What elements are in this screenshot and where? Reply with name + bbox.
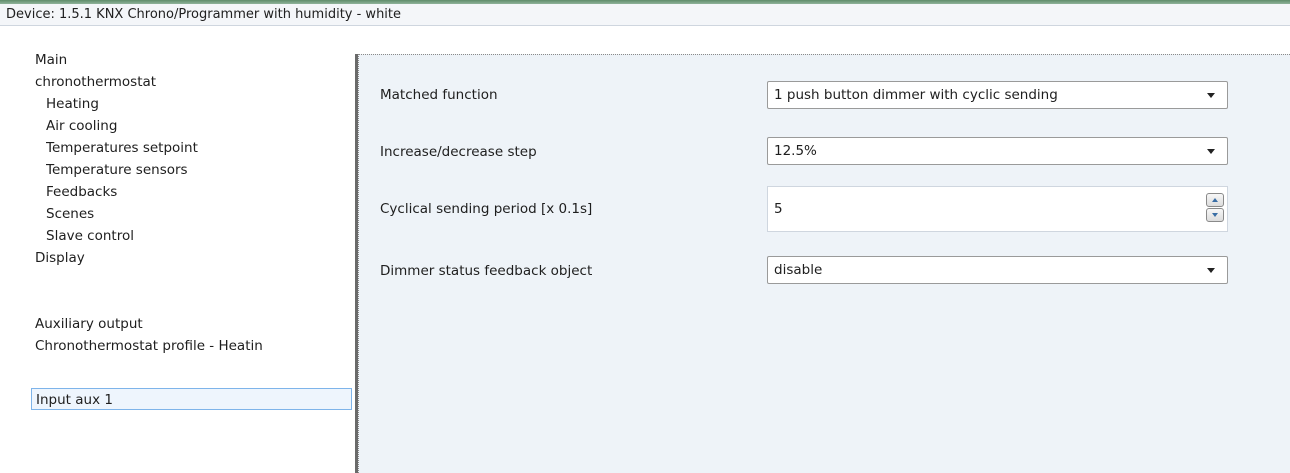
tree-item-main[interactable]: Main [35,49,67,71]
tree-item-display[interactable]: Display [35,247,85,269]
matched-function-value: 1 push button dimmer with cyclic sending [774,87,1058,103]
dimmer-status-feedback-label: Dimmer status feedback object [380,263,593,279]
dimmer-status-feedback-dropdown[interactable]: disable [767,256,1228,284]
arrow-up-icon [1212,198,1218,202]
cyclical-sending-period-input[interactable]: 5 [767,186,1228,232]
increase-decrease-step-value: 12.5% [774,143,817,159]
tree-item-temperatures-setpoint[interactable]: Temperatures setpoint [46,137,198,159]
tree-item-chronothermostat-profile-heating[interactable]: Chronothermostat profile - Heatin [35,335,263,357]
window-title: Device: 1.5.1 KNX Chrono/Programmer with… [0,4,1290,26]
dropdown-arrow-icon [1207,93,1215,98]
dimmer-status-feedback-value: disable [774,262,823,278]
tree-item-feedbacks[interactable]: Feedbacks [46,181,117,203]
spin-down-button[interactable] [1206,208,1224,222]
tree-item-scenes[interactable]: Scenes [46,203,94,225]
matched-function-dropdown[interactable]: 1 push button dimmer with cyclic sending [767,81,1228,109]
tree-item-air-cooling[interactable]: Air cooling [46,115,117,137]
increase-decrease-step-dropdown[interactable]: 12.5% [767,137,1228,165]
tree-item-slave-control[interactable]: Slave control [46,225,134,247]
tree-item-temperature-sensors[interactable]: Temperature sensors [46,159,188,181]
matched-function-label: Matched function [380,87,498,103]
dropdown-arrow-icon [1207,149,1215,154]
cyclical-sending-period-label: Cyclical sending period [x 0.1s] [380,201,593,217]
tree-item-input-aux-1-selected[interactable]: Input aux 1 [31,388,352,410]
arrow-down-icon [1212,213,1218,217]
tree-item-heating[interactable]: Heating [46,93,99,115]
tree-item-auxiliary-output[interactable]: Auxiliary output [35,313,143,335]
cyclical-sending-period-value: 5 [774,201,783,217]
spin-up-button[interactable] [1206,193,1224,207]
tree-item-chronothermostat[interactable]: chronothermostat [35,71,156,93]
increase-decrease-step-label: Increase/decrease step [380,144,537,160]
dropdown-arrow-icon [1207,268,1215,273]
